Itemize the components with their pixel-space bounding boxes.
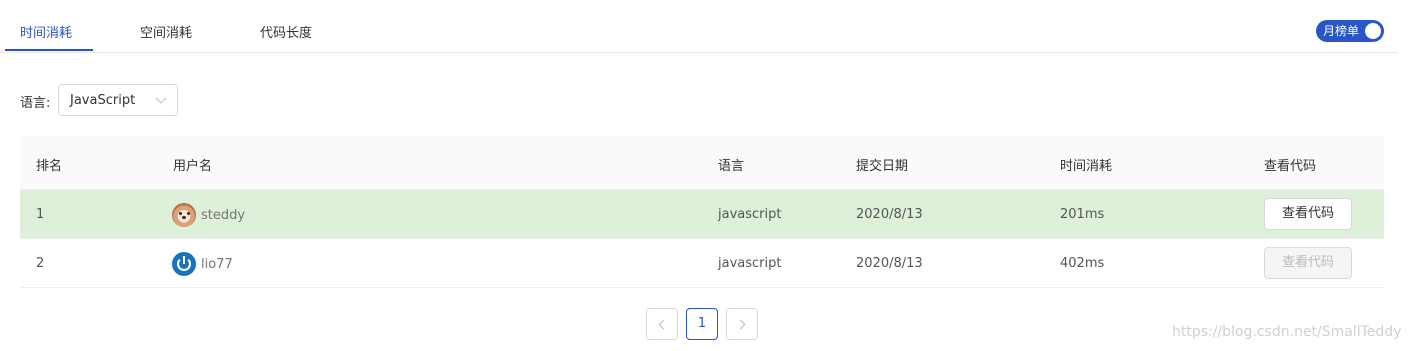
- language-filter-label: 语言:: [20, 96, 51, 111]
- toggle-label: 月榜单: [1323, 24, 1360, 38]
- view-code-button-disabled: 查看代码: [1264, 247, 1352, 279]
- tab-time[interactable]: 时间消耗: [20, 22, 72, 41]
- header-username: 用户名: [173, 159, 213, 174]
- monthly-ranking-toggle[interactable]: 月榜单: [1316, 20, 1384, 42]
- page-1-button[interactable]: 1: [686, 308, 718, 340]
- date-cell: 2020/8/13: [856, 256, 923, 271]
- table-header: 排名 用户名 语言 提交日期 时间消耗 查看代码: [20, 136, 1384, 190]
- watermark: https://blog.csdn.net/SmallTeddy: [1172, 324, 1402, 340]
- next-page-button[interactable]: [726, 308, 758, 340]
- chevron-down-icon: [155, 92, 167, 104]
- chevron-left-icon: [658, 319, 669, 330]
- time-cell: 201ms: [1060, 207, 1105, 222]
- tab-space[interactable]: 空间消耗: [140, 22, 192, 41]
- toggle-knob: [1365, 23, 1381, 39]
- header-time: 时间消耗: [1060, 159, 1113, 174]
- header-date: 提交日期: [856, 159, 909, 174]
- username: steddy: [201, 207, 246, 223]
- header-rank: 排名: [36, 159, 63, 174]
- rank-cell: 2: [36, 256, 45, 271]
- table-row: 1 steddy javascript 2020/8/13 201ms 查看代码: [20, 190, 1384, 239]
- user-link[interactable]: lio77: [172, 251, 233, 277]
- time-cell: 402ms: [1060, 256, 1105, 271]
- language-cell: javascript: [718, 207, 782, 222]
- rank-cell: 1: [36, 207, 45, 222]
- dog-avatar-icon: [172, 203, 196, 227]
- view-code-button[interactable]: 查看代码: [1264, 198, 1352, 230]
- header-language: 语言: [718, 159, 745, 174]
- chevron-right-icon: [735, 319, 746, 330]
- tab-bar: 时间消耗 空间消耗 代码长度: [0, 0, 1398, 53]
- power-avatar-icon: [172, 252, 196, 276]
- language-select[interactable]: JavaScript: [58, 84, 178, 116]
- header-view-code: 查看代码: [1264, 159, 1317, 174]
- date-cell: 2020/8/13: [856, 207, 923, 222]
- prev-page-button[interactable]: [646, 308, 678, 340]
- table-row: 2 lio77 javascript 2020/8/13 402ms 查看代码: [20, 239, 1384, 288]
- username: lio77: [201, 256, 233, 272]
- language-select-value: JavaScript: [70, 93, 136, 108]
- user-link[interactable]: steddy: [172, 202, 245, 228]
- active-tab-indicator: [5, 49, 93, 51]
- tab-code-length[interactable]: 代码长度: [260, 22, 312, 41]
- language-cell: javascript: [718, 256, 782, 271]
